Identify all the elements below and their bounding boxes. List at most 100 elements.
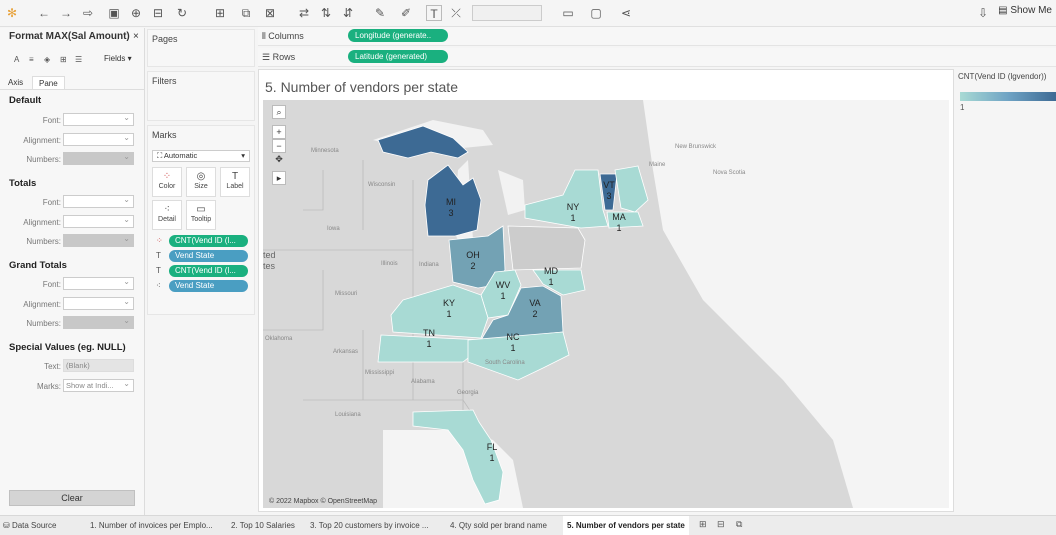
tableau-logo-icon[interactable]: ✻ <box>4 5 20 21</box>
map[interactable]: Minnesota Wisconsin Iowa Illinois Indian… <box>263 100 949 508</box>
map-label: Oklahoma <box>265 336 293 342</box>
label-button[interactable]: T Label <box>220 167 250 197</box>
tab-sheet-4[interactable]: 4. Qty sold per brand name <box>450 516 547 535</box>
new-worksheet-icon[interactable]: ⊞ <box>212 5 228 21</box>
clear-button[interactable]: Clear <box>9 490 135 506</box>
size-button[interactable]: ◎ Size <box>186 167 216 197</box>
color-legend[interactable]: CNT(Vend ID (lgvendor)) 1 <box>958 72 1056 112</box>
columns-shelf[interactable]: ⫴ Columns Longitude (generate.. <box>258 27 1056 46</box>
tab-sheet-3[interactable]: 3. Top 20 customers by invoice ... <box>310 516 429 535</box>
state-value-label: 2 <box>532 309 537 319</box>
sheet-tabs: ⛁ Data Source 1. Number of invoices per … <box>0 515 1056 535</box>
detail-label: Detail <box>158 216 176 223</box>
swap-icon[interactable]: ⇄ <box>296 5 312 21</box>
fit-icon[interactable]: ▭ <box>560 5 576 21</box>
zoom-out-button[interactable]: − <box>272 139 286 153</box>
download-icon[interactable]: ⇩ <box>975 5 991 21</box>
detail-button[interactable]: ⁖ Detail <box>152 200 182 230</box>
tab-data-source[interactable]: ⛁ Data Source <box>3 516 56 535</box>
mark-type-value: Automatic <box>163 151 198 160</box>
alignment-label: Alignment: <box>23 136 61 145</box>
zoom-in-button[interactable]: + <box>272 125 286 139</box>
duplicate-icon[interactable]: ⧉ <box>238 5 254 21</box>
tab-axis[interactable]: Axis <box>2 76 29 90</box>
lines-icon[interactable]: ☰ <box>75 55 82 64</box>
totals-alignment-select[interactable] <box>63 214 134 228</box>
share-icon[interactable]: ⋖ <box>618 5 634 21</box>
map-svg: Minnesota Wisconsin Iowa Illinois Indian… <box>263 100 949 508</box>
fit-dropdown[interactable] <box>472 5 542 21</box>
totals-font-select[interactable] <box>63 194 134 208</box>
mark-pill-label-count[interactable]: CNT(Vend ID (l... <box>169 265 248 277</box>
state-KY[interactable] <box>390 284 489 339</box>
default-font-select[interactable] <box>63 112 134 126</box>
state-NH-ME[interactable] <box>614 165 649 213</box>
mark-pill-label-state[interactable]: Vend State <box>169 250 248 262</box>
sort-asc-icon[interactable]: ⇅ <box>318 5 334 21</box>
mark-pill-detail-state[interactable]: Vend State <box>169 280 248 292</box>
color-button[interactable]: ⁘ Color <box>152 167 182 197</box>
grand-totals-alignment-select[interactable] <box>63 296 134 310</box>
replay-icon[interactable]: ⇨ <box>80 5 96 21</box>
sort-desc-icon[interactable]: ⇵ <box>340 5 356 21</box>
totals-numbers-select[interactable] <box>63 233 134 247</box>
pan-icon[interactable]: ✥ <box>272 153 286 167</box>
tab-sheet-2[interactable]: 2. Top 10 Salaries <box>231 516 295 535</box>
close-icon[interactable]: × <box>133 31 139 42</box>
tooltip-button[interactable]: ▭ Tooltip <box>186 200 216 230</box>
presentation-icon[interactable]: ▢ <box>588 5 604 21</box>
tab-pane[interactable]: Pane <box>32 76 65 90</box>
mark-type-dropdown[interactable]: ⛶ Automatic ▾ <box>152 150 250 162</box>
new-story-icon[interactable]: ⧉ <box>736 519 742 530</box>
special-marks-select[interactable]: Show at Indi... <box>63 378 134 392</box>
refresh-icon[interactable]: ↻ <box>174 5 190 21</box>
expand-arrow-icon[interactable]: ▸ <box>272 171 286 185</box>
map-label: Maine <box>649 162 666 168</box>
font-icon[interactable]: A <box>14 55 19 64</box>
group-icon[interactable]: ✐ <box>398 5 414 21</box>
redo-icon[interactable]: → <box>58 5 74 21</box>
borders-icon[interactable]: ⊞ <box>60 55 67 64</box>
columns-pill[interactable]: Longitude (generate.. <box>348 29 448 42</box>
search-icon[interactable]: ⌕ <box>272 105 286 119</box>
new-dashboard-icon[interactable]: ⊟ <box>717 519 725 530</box>
special-text-field[interactable]: (Blank) <box>63 359 134 372</box>
align-icon[interactable]: ≡ <box>29 55 34 64</box>
rows-shelf[interactable]: ☰ Rows Latitude (generated) <box>258 48 1056 67</box>
numbers-label: Numbers: <box>26 155 61 164</box>
marks-title: Marks <box>152 130 177 140</box>
labels-icon[interactable]: T <box>426 5 442 21</box>
state-code-label: NC <box>507 332 520 342</box>
worksheet-view: 5. Number of vendors per state Minnesota… <box>258 69 954 512</box>
mark-pill-color[interactable]: CNT(Vend ID (l... <box>169 235 248 247</box>
highlight-icon[interactable]: ✎ <box>372 5 388 21</box>
save-icon[interactable]: ▣ <box>106 5 122 21</box>
filters-card[interactable]: Filters <box>147 71 255 121</box>
new-datasource-icon[interactable]: ⊕ <box>128 5 144 21</box>
state-code-label: MA <box>612 212 626 222</box>
grand-totals-font-select[interactable] <box>63 276 134 290</box>
rows-pill[interactable]: Latitude (generated) <box>348 50 448 63</box>
grand-totals-numbers-select[interactable] <box>63 315 134 329</box>
fix-axes-icon[interactable]: ⤫ <box>448 5 464 21</box>
default-alignment-select[interactable] <box>63 132 134 146</box>
lake-huron <box>498 170 525 215</box>
undo-icon[interactable]: ← <box>36 5 52 21</box>
default-numbers-select[interactable] <box>63 151 134 165</box>
new-worksheet-icon[interactable]: ⊞ <box>699 519 707 530</box>
clear-icon[interactable]: ⊠ <box>262 5 278 21</box>
pause-icon[interactable]: ⊟ <box>150 5 166 21</box>
state-PA[interactable] <box>507 225 586 271</box>
show-me-button[interactable]: ▤ Show Me <box>998 5 1052 16</box>
color-label: Color <box>158 183 176 190</box>
shading-icon[interactable]: ◈ <box>44 55 50 64</box>
pages-card[interactable]: Pages <box>147 29 255 67</box>
tab-sheet-5[interactable]: 5. Number of vendors per state <box>563 516 689 535</box>
fields-dropdown[interactable]: Fields ▾ <box>104 54 132 63</box>
section-default: Default <box>9 95 42 106</box>
edge-text-line: tes <box>263 261 276 271</box>
tab-sheet-1[interactable]: 1. Number of invoices per Emplo... <box>90 516 213 535</box>
state-NY[interactable] <box>524 169 609 229</box>
worksheet-title: 5. Number of vendors per state <box>265 79 458 95</box>
font-label: Font: <box>42 280 61 289</box>
